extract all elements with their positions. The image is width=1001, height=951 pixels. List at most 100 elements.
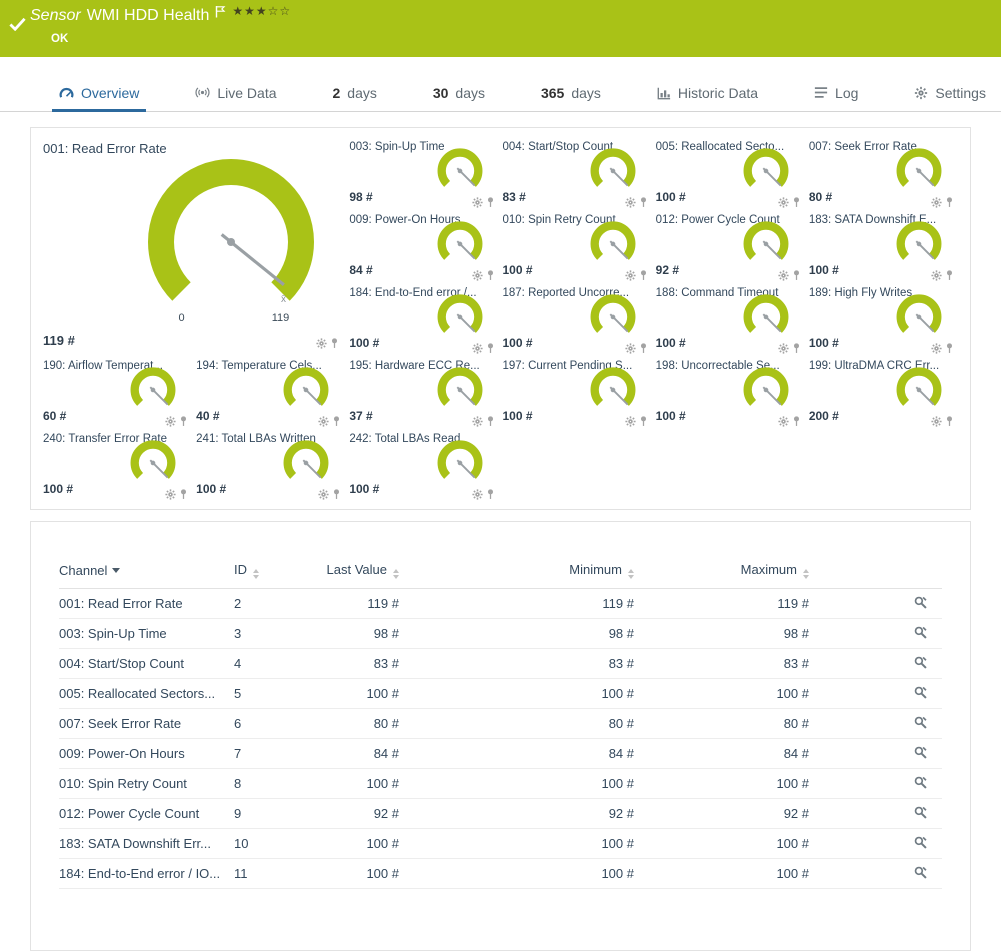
pin-icon[interactable] <box>486 342 495 354</box>
gear-icon[interactable] <box>931 343 942 354</box>
channel-settings-icon[interactable] <box>913 805 928 820</box>
tab-settings[interactable]: Settings <box>901 74 999 111</box>
gauge-197[interactable]: 197: Current Pending S...100 # <box>501 357 654 430</box>
gear-icon[interactable] <box>778 270 789 281</box>
pin-icon[interactable] <box>486 196 495 208</box>
pin-icon[interactable] <box>639 196 648 208</box>
gear-icon[interactable] <box>625 416 636 427</box>
channel-link[interactable]: 010: Spin Retry Count <box>59 769 234 799</box>
channel-settings-icon[interactable] <box>913 655 928 670</box>
pin-icon[interactable] <box>179 488 188 500</box>
gauge-010[interactable]: 010: Spin Retry Count100 # <box>501 211 654 284</box>
gear-icon[interactable] <box>165 489 176 500</box>
gear-icon[interactable] <box>472 416 483 427</box>
gauge-195[interactable]: 195: Hardware ECC Re...37 # <box>347 357 500 430</box>
pin-icon[interactable] <box>639 415 648 427</box>
pin-icon[interactable] <box>330 337 339 349</box>
gear-icon[interactable] <box>625 343 636 354</box>
column-header-channel[interactable]: Channel <box>59 562 234 589</box>
column-header-maximum[interactable]: Maximum <box>634 562 809 589</box>
channel-link[interactable]: 004: Start/Stop Count <box>59 649 234 679</box>
channel-settings-icon[interactable] <box>913 775 928 790</box>
column-header-last-value[interactable]: Last Value <box>304 562 399 589</box>
gear-icon[interactable] <box>472 343 483 354</box>
gauge-primary[interactable]: 001: Read Error Rate 0119x̄ 119 # <box>41 138 347 357</box>
gear-icon[interactable] <box>625 197 636 208</box>
pin-icon[interactable] <box>332 488 341 500</box>
channel-settings-icon[interactable] <box>913 835 928 850</box>
gauge-009[interactable]: 009: Power-On Hours84 # <box>347 211 500 284</box>
gauge-189[interactable]: 189: High Fly Writes100 # <box>807 284 960 357</box>
gauge-012[interactable]: 012: Power Cycle Count92 # <box>654 211 807 284</box>
tab-overview[interactable]: Overview <box>46 74 152 111</box>
pin-icon[interactable] <box>792 269 801 281</box>
pin-icon[interactable] <box>792 196 801 208</box>
gauge-190[interactable]: 190: Airflow Temperat...60 # <box>41 357 194 430</box>
channel-link[interactable]: 005: Reallocated Sectors... <box>59 679 234 709</box>
gauge-199[interactable]: 199: UltraDMA CRC Err...200 # <box>807 357 960 430</box>
priority-stars[interactable]: ★★★☆☆ <box>232 4 291 18</box>
gauge-194[interactable]: 194: Temperature Cels...40 # <box>194 357 347 430</box>
channel-settings-icon[interactable] <box>913 745 928 760</box>
gear-icon[interactable] <box>625 270 636 281</box>
channel-link[interactable]: 001: Read Error Rate <box>59 589 234 619</box>
gear-icon[interactable] <box>165 416 176 427</box>
gauge-241[interactable]: 241: Total LBAs Written100 # <box>194 430 347 503</box>
channel-link[interactable]: 012: Power Cycle Count <box>59 799 234 829</box>
channel-settings-icon[interactable] <box>913 625 928 640</box>
channel-link[interactable]: 003: Spin-Up Time <box>59 619 234 649</box>
channel-settings-icon[interactable] <box>913 685 928 700</box>
column-header-id[interactable]: ID <box>234 562 304 589</box>
gear-icon[interactable] <box>931 416 942 427</box>
gauge-003[interactable]: 003: Spin-Up Time98 # <box>347 138 500 211</box>
pin-icon[interactable] <box>179 415 188 427</box>
gauge-004[interactable]: 004: Start/Stop Count83 # <box>501 138 654 211</box>
gear-icon[interactable] <box>931 197 942 208</box>
pin-icon[interactable] <box>486 488 495 500</box>
pin-icon[interactable] <box>332 415 341 427</box>
tab-30-days[interactable]: 30days <box>420 74 498 111</box>
gauge-187[interactable]: 187: Reported Uncorre...100 # <box>501 284 654 357</box>
tab-log[interactable]: Log <box>801 74 871 111</box>
gauge-198[interactable]: 198: Uncorrectable Se...100 # <box>654 357 807 430</box>
pin-icon[interactable] <box>792 342 801 354</box>
tab-historic-data[interactable]: Historic Data <box>644 74 771 111</box>
gear-icon[interactable] <box>931 270 942 281</box>
gear-icon[interactable] <box>778 343 789 354</box>
pin-icon[interactable] <box>945 342 954 354</box>
channel-link[interactable]: 184: End-to-End error / IO... <box>59 859 234 889</box>
channel-settings-icon[interactable] <box>913 595 928 610</box>
gauge-184[interactable]: 184: End-to-End error /...100 # <box>347 284 500 357</box>
gauge-005[interactable]: 005: Reallocated Secto...100 # <box>654 138 807 211</box>
pin-icon[interactable] <box>945 415 954 427</box>
gear-icon[interactable] <box>318 416 329 427</box>
gear-icon[interactable] <box>778 416 789 427</box>
gauge-183[interactable]: 183: SATA Downshift E...100 # <box>807 211 960 284</box>
gear-icon[interactable] <box>472 270 483 281</box>
pin-icon[interactable] <box>639 342 648 354</box>
gauge-007[interactable]: 007: Seek Error Rate80 # <box>807 138 960 211</box>
tab-live-data[interactable]: Live Data <box>182 74 289 111</box>
pin-icon[interactable] <box>945 196 954 208</box>
channel-link[interactable]: 007: Seek Error Rate <box>59 709 234 739</box>
gauge-240[interactable]: 240: Transfer Error Rate100 # <box>41 430 194 503</box>
flag-icon[interactable] <box>215 5 226 18</box>
channel-link[interactable]: 183: SATA Downshift Err... <box>59 829 234 859</box>
tab-365-days[interactable]: 365days <box>528 74 614 111</box>
gear-icon[interactable] <box>778 197 789 208</box>
channel-settings-icon[interactable] <box>913 715 928 730</box>
channel-settings-icon[interactable] <box>913 865 928 880</box>
pin-icon[interactable] <box>486 269 495 281</box>
gauge-188[interactable]: 188: Command Timeout100 # <box>654 284 807 357</box>
gear-icon[interactable] <box>316 338 327 349</box>
gear-icon[interactable] <box>472 197 483 208</box>
channel-link[interactable]: 009: Power-On Hours <box>59 739 234 769</box>
gear-icon[interactable] <box>472 489 483 500</box>
gauge-242[interactable]: 242: Total LBAs Read100 # <box>347 430 500 503</box>
tab-2-days[interactable]: 2days <box>319 74 389 111</box>
pin-icon[interactable] <box>639 269 648 281</box>
column-header-minimum[interactable]: Minimum <box>399 562 634 589</box>
gear-icon[interactable] <box>318 489 329 500</box>
pin-icon[interactable] <box>792 415 801 427</box>
pin-icon[interactable] <box>486 415 495 427</box>
